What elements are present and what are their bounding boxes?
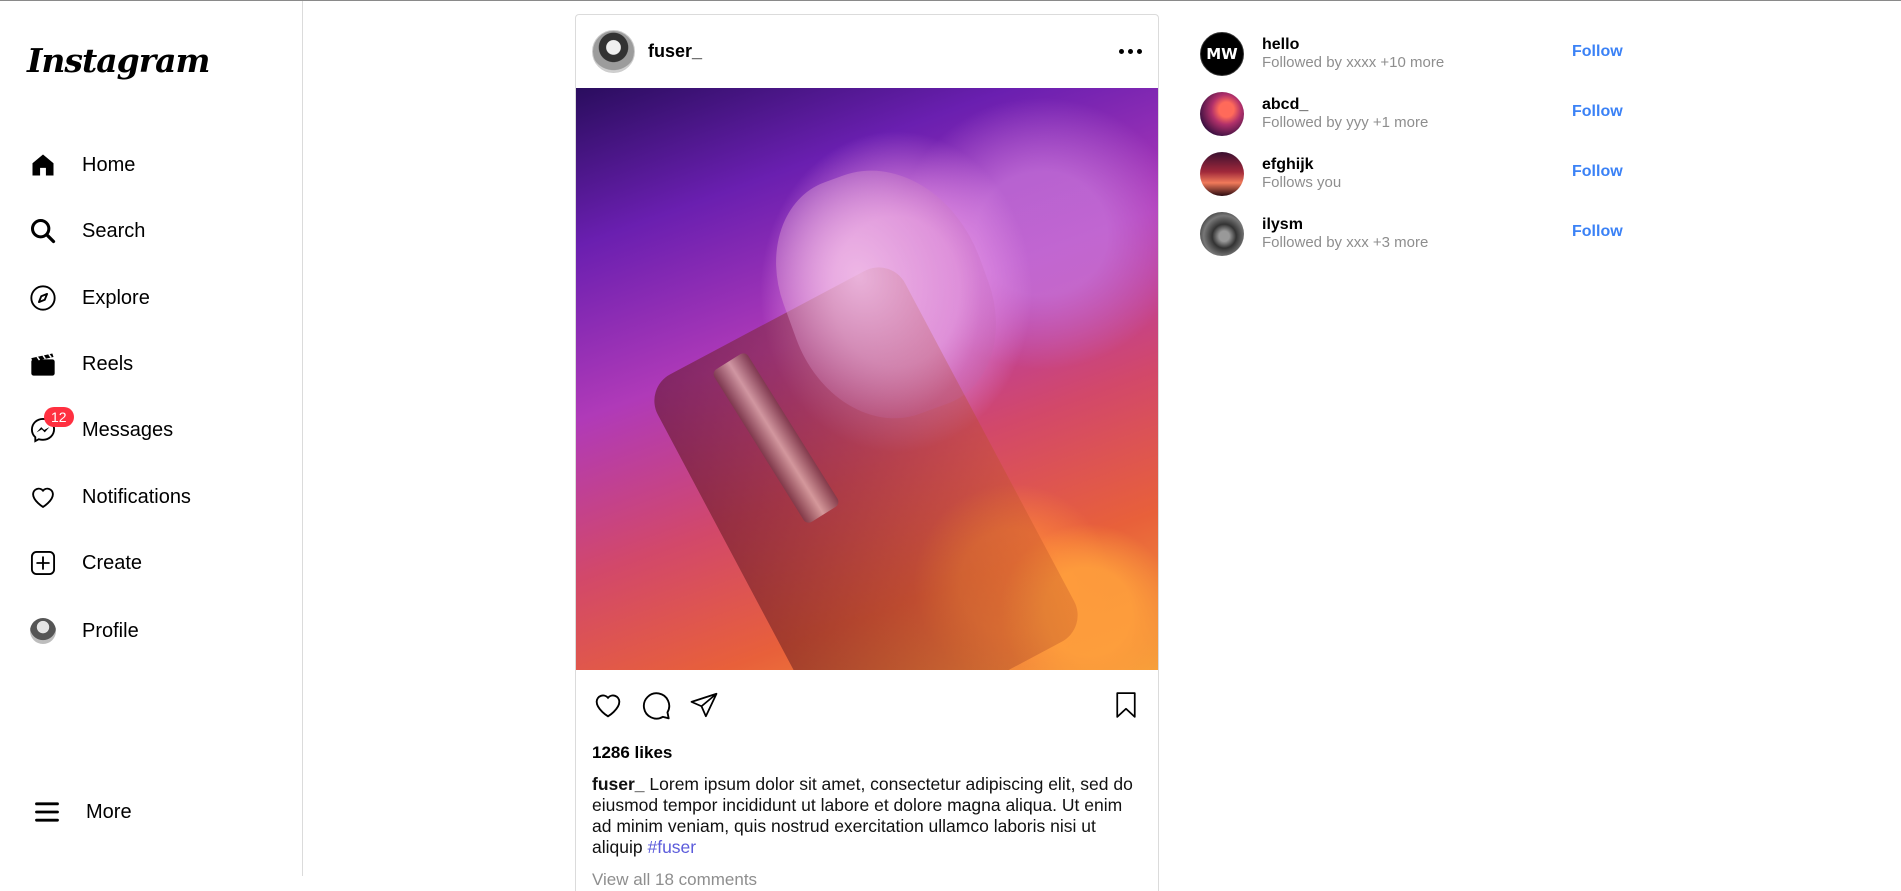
comment-icon[interactable]: [638, 687, 674, 723]
post-image[interactable]: [576, 88, 1158, 670]
home-icon: [24, 146, 62, 184]
sidebar-item-reels[interactable]: Reels: [24, 340, 284, 388]
heart-icon: [24, 478, 62, 516]
suggestion-username[interactable]: efghijk: [1262, 156, 1341, 174]
instagram-logo[interactable]: Instagram: [27, 41, 210, 80]
post-actions: [576, 670, 1158, 740]
like-heart-icon[interactable]: [590, 687, 626, 723]
suggestion-item: ilysm Followed by xxx +3 more Follow: [1200, 204, 1630, 264]
sidebar-item-label: Explore: [82, 286, 150, 309]
suggestion-avatar[interactable]: MW: [1200, 32, 1244, 76]
messenger-icon: 12: [24, 407, 74, 449]
suggestion-subtitle: Followed by yyy +1 more: [1262, 114, 1429, 131]
post-author-avatar[interactable]: [592, 30, 635, 73]
suggestion-avatar[interactable]: [1200, 92, 1244, 136]
profile-avatar-slot: [24, 612, 62, 650]
sidebar-item-create[interactable]: Create: [24, 539, 284, 587]
post-header: fuser_: [576, 15, 1158, 88]
bookmark-icon[interactable]: [1108, 687, 1144, 723]
post-caption: fuser_ Lorem ipsum dolor sit amet, conse…: [576, 766, 1158, 858]
hamburger-icon: [28, 793, 66, 831]
follow-button[interactable]: Follow: [1572, 163, 1623, 181]
suggestion-item: abcd_ Followed by yyy +1 more Follow: [1200, 84, 1630, 144]
post-author-username[interactable]: fuser_: [648, 41, 702, 62]
more-options-icon[interactable]: [1119, 42, 1142, 62]
sidebar-item-more[interactable]: More: [28, 788, 288, 836]
reels-icon: [24, 345, 62, 383]
suggestion-subtitle: Followed by xxx +3 more: [1262, 234, 1429, 251]
follow-button[interactable]: Follow: [1572, 43, 1623, 61]
view-all-comments-link[interactable]: View all 18 comments: [576, 858, 1158, 890]
suggestions-list: MW hello Followed by xxxx +10 more Follo…: [1200, 24, 1630, 264]
suggestion-subtitle: Follows you: [1262, 174, 1342, 191]
suggestion-avatar[interactable]: [1200, 152, 1244, 196]
suggestion-username[interactable]: abcd_: [1262, 96, 1428, 114]
sidebar-item-search[interactable]: Search: [24, 207, 284, 255]
suggestion-item: MW hello Followed by xxxx +10 more Follo…: [1200, 24, 1630, 84]
suggestion-text: ilysm Followed by xxx +3 more: [1262, 216, 1428, 252]
sidebar-item-label: Profile: [82, 619, 139, 642]
suggestion-text: hello Followed by xxxx +10 more: [1262, 36, 1444, 72]
sidebar-item-label: Messages: [82, 418, 174, 441]
sidebar-item-explore[interactable]: Explore: [24, 274, 284, 322]
plus-square-icon: [24, 544, 62, 582]
sidebar-item-home[interactable]: Home: [24, 141, 284, 189]
suggestion-subtitle: Followed by xxxx +10 more: [1262, 54, 1445, 71]
sidebar-item-label: Notifications: [82, 485, 191, 508]
sidebar-item-messages[interactable]: 12 Messages: [24, 406, 284, 454]
sidebar-item-label: Create: [82, 551, 143, 574]
sidebar-item-profile[interactable]: Profile: [24, 607, 284, 655]
caption-hashtag[interactable]: #fuser: [647, 837, 696, 857]
likes-count[interactable]: 1286 likes: [576, 740, 1158, 766]
sidebar-item-label: Search: [82, 219, 146, 242]
share-icon[interactable]: [686, 687, 722, 723]
suggestion-item: efghijk Follows you Follow: [1200, 144, 1630, 204]
suggestion-text: efghijk Follows you: [1262, 156, 1341, 192]
messages-badge: 12: [44, 407, 74, 427]
sidebar-item-label: Home: [82, 153, 136, 176]
sidebar-item-notifications[interactable]: Notifications: [24, 473, 284, 521]
caption-username[interactable]: fuser_: [592, 774, 645, 794]
sidebar-item-label: Reels: [82, 352, 134, 375]
follow-button[interactable]: Follow: [1572, 223, 1623, 241]
sidebar: Instagram Home Search Explore Reels 12 M…: [0, 1, 303, 876]
suggestion-username[interactable]: hello: [1262, 36, 1444, 54]
avatar: [30, 618, 56, 644]
compass-icon: [24, 279, 62, 317]
suggestion-avatar[interactable]: [1200, 212, 1244, 256]
sidebar-item-label: More: [86, 800, 132, 823]
search-icon: [24, 212, 62, 250]
follow-button[interactable]: Follow: [1572, 103, 1623, 121]
feed-post: fuser_ 1286 likes fuser_ Lorem ipsum dol…: [575, 14, 1159, 891]
suggestion-username[interactable]: ilysm: [1262, 216, 1428, 234]
suggestion-text: abcd_ Followed by yyy +1 more: [1262, 96, 1428, 132]
avatar-logo-text: MW: [1206, 45, 1238, 63]
